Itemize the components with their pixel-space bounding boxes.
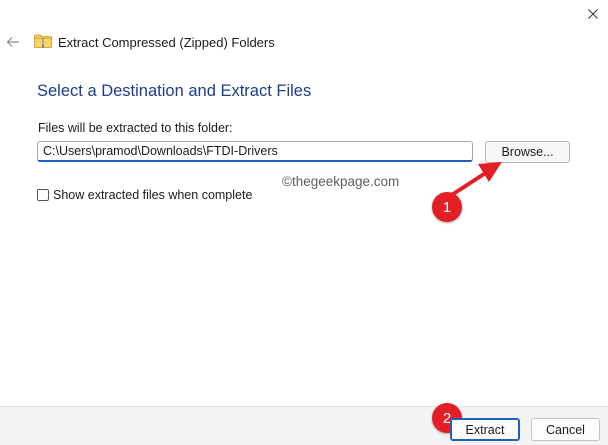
show-files-label: Show extracted files when complete: [53, 188, 253, 202]
destination-label: Files will be extracted to this folder:: [38, 121, 233, 135]
back-arrow-icon: [6, 37, 19, 47]
extract-dialog: Extract Compressed (Zipped) Folders Sele…: [0, 0, 608, 445]
zip-folder-icon: [34, 34, 52, 48]
window-title: Extract Compressed (Zipped) Folders: [58, 35, 275, 50]
close-button[interactable]: [578, 0, 608, 28]
show-files-option[interactable]: Show extracted files when complete: [37, 188, 252, 202]
close-icon: [588, 9, 598, 19]
page-heading: Select a Destination and Extract Files: [37, 82, 312, 100]
cancel-button[interactable]: Cancel: [531, 418, 600, 441]
extract-button[interactable]: Extract: [450, 418, 520, 441]
annotation-badge-1: 1: [432, 192, 462, 222]
show-files-checkbox[interactable]: [37, 189, 49, 201]
watermark: ©thegeekpage.com: [282, 174, 400, 189]
back-button[interactable]: [2, 32, 24, 52]
destination-path-input[interactable]: [37, 141, 473, 162]
